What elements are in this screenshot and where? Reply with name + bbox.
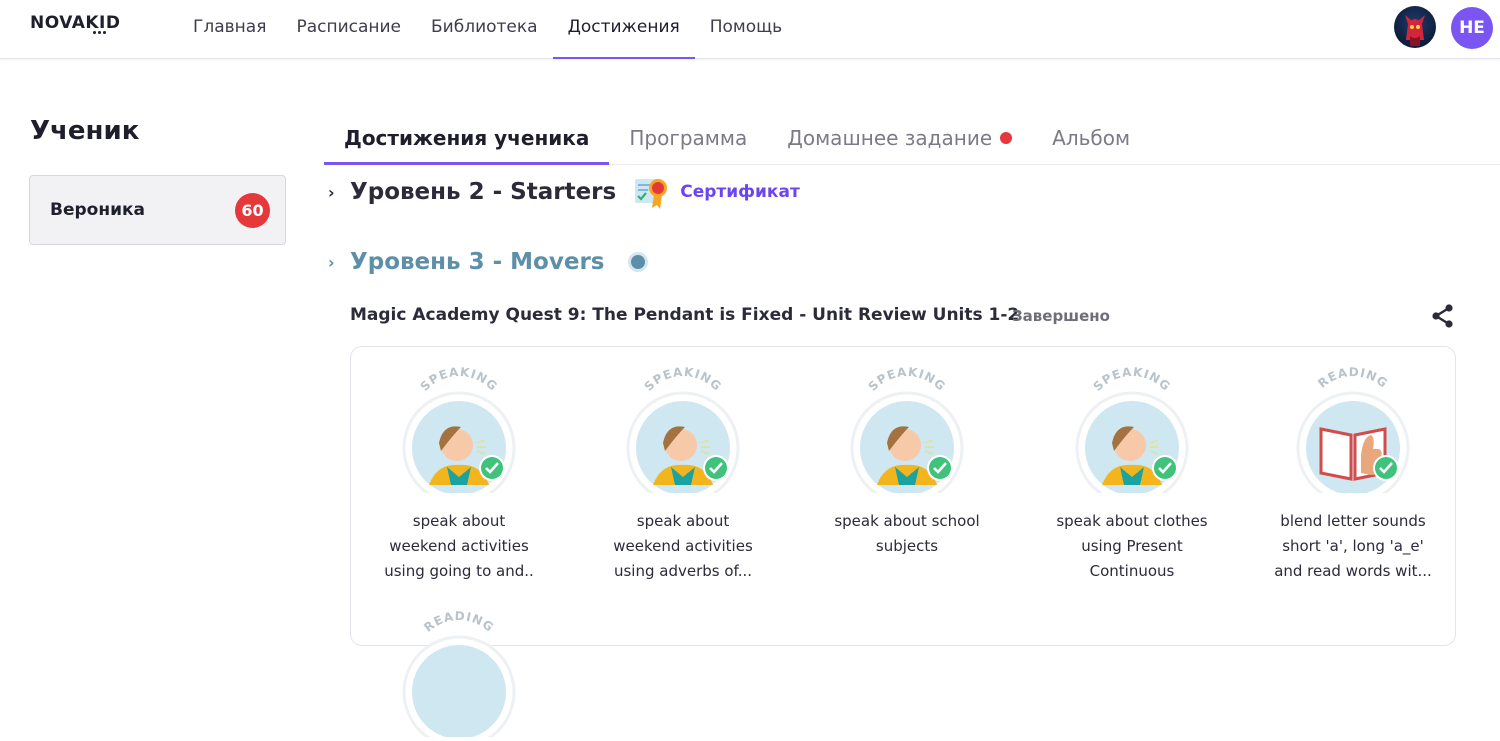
status-dot-icon [628, 252, 649, 272]
svg-text:SPEAKING: SPEAKING [641, 365, 724, 394]
speaking-badge-icon: SPEAKING [845, 365, 969, 505]
certificate-link[interactable]: Сертификат [680, 182, 800, 202]
logo-text: NOVAKID [30, 13, 121, 33]
character-avatar[interactable] [1394, 6, 1436, 48]
level-title: Уровень 2 - Starters [350, 179, 617, 205]
skill-label: speak about clothes using Present Contin… [1032, 509, 1232, 584]
notification-dot-icon [1000, 132, 1013, 144]
svg-text:SPEAKING: SPEAKING [865, 365, 948, 394]
nav-item-home[interactable]: Главная [178, 0, 281, 59]
reading-badge-icon: READING [397, 609, 521, 741]
tab-student-achievements[interactable]: Достижения ученика [324, 115, 610, 165]
skill-label-line: short 'a', long 'a_e' [1282, 537, 1424, 555]
student-name: Вероника [50, 200, 146, 220]
svg-text:SPEAKING: SPEAKING [417, 365, 500, 394]
skill-category-text: READING [1315, 365, 1389, 391]
skill-card[interactable]: READING [359, 609, 559, 741]
nav-item-schedule[interactable]: Расписание [281, 0, 416, 59]
skill-label-line: weekend activities [389, 537, 529, 555]
main-nav: Главная Расписание Библиотека Достижения… [178, 0, 797, 59]
quest-title: Magic Academy Quest 9: The Pendant is Fi… [350, 305, 1020, 325]
skill-label-line: weekend activities [613, 537, 753, 555]
skill-category-text: SPEAKING [641, 365, 723, 394]
skill-label: speak about school subjects [807, 509, 1007, 559]
skill-card[interactable]: SPEAKING speak about school subjects [807, 365, 1007, 559]
skill-label-line: speak about school [834, 512, 980, 530]
skill-label: speak about weekend activities using adv… [583, 509, 783, 584]
nav-item-library[interactable]: Библиотека [416, 0, 553, 59]
logo-dots-icon [93, 31, 107, 37]
section-tabs: Достижения ученика Программа Домашнее за… [324, 115, 1500, 165]
reading-badge-icon: READING [1291, 365, 1415, 505]
tab-label: Программа [629, 126, 748, 150]
student-count-badge: 60 [235, 193, 270, 228]
skill-label-line: blend letter sounds [1280, 512, 1426, 530]
character-icon [1405, 15, 1425, 46]
nav-item-help[interactable]: Помощь [695, 0, 797, 59]
skills-panel: SPEAKING speak about weekend activities … [350, 346, 1456, 741]
skill-label: speak about weekend activities using goi… [359, 509, 559, 584]
skill-card[interactable]: SPEAKING speak about weekend activities … [583, 365, 783, 584]
skill-label-line: using adverbs of... [613, 562, 753, 580]
skill-card[interactable]: SPEAKING speak about weekend activities … [359, 365, 559, 584]
user-avatar[interactable]: HE [1451, 7, 1493, 49]
tab-homework[interactable]: Домашнее задание [767, 115, 1032, 164]
skill-label-line: Continuous [1089, 562, 1175, 580]
chevron-right-icon: › [328, 252, 335, 272]
level-title: Уровень 3 - Movers [350, 249, 605, 275]
share-icon[interactable] [1430, 303, 1456, 329]
skill-label-line: using going to and.. [384, 562, 534, 580]
tab-label: Альбом [1052, 126, 1131, 150]
skill-category-text: SPEAKING [1090, 365, 1172, 394]
skill-label-line: speak about [412, 512, 506, 530]
tab-label: Достижения ученика [344, 126, 590, 150]
svg-text:READING: READING [1315, 365, 1390, 391]
skill-category-text: SPEAKING [417, 365, 499, 394]
skill-card[interactable]: SPEAKING speak about clothes using Prese… [1032, 365, 1232, 584]
skill-card[interactable]: READING blend letter sounds short 'a', l… [1253, 365, 1453, 584]
top-navigation-bar: NOVAKID Главная Расписание Библиотека До… [0, 0, 1500, 59]
chevron-right-icon: › [328, 182, 335, 202]
student-card[interactable]: Вероника 60 [29, 175, 286, 245]
tab-program[interactable]: Программа [609, 115, 767, 164]
level-3-row[interactable]: › Уровень 3 - Movers [328, 246, 649, 278]
level-2-row[interactable]: › Уровень 2 - Starters Сертификат [328, 175, 800, 209]
skill-label-line: using Present [1081, 537, 1183, 555]
sidebar-title: Ученик [30, 116, 140, 146]
certificate-icon[interactable] [634, 175, 670, 209]
nav-item-achievements[interactable]: Достижения [552, 0, 695, 59]
skill-label-line: speak about clothes [1056, 512, 1208, 530]
speaking-badge-icon: SPEAKING [397, 365, 521, 505]
skill-label-line: speak about [636, 512, 730, 530]
novakid-logo[interactable]: NOVAKID [30, 13, 121, 37]
skill-label: blend letter sounds short 'a', long 'a_e… [1253, 509, 1453, 584]
skill-category-text: SPEAKING [865, 365, 947, 394]
skill-label-line: subjects [875, 537, 939, 555]
tab-label: Домашнее задание [787, 126, 993, 150]
tab-album[interactable]: Альбом [1032, 115, 1150, 164]
quest-status: Завершено [1012, 307, 1110, 325]
svg-text:SPEAKING: SPEAKING [1090, 365, 1173, 394]
speaking-badge-icon: SPEAKING [1070, 365, 1194, 505]
skill-label-line: and read words wit... [1274, 562, 1432, 580]
speaking-badge-icon: SPEAKING [621, 365, 745, 505]
